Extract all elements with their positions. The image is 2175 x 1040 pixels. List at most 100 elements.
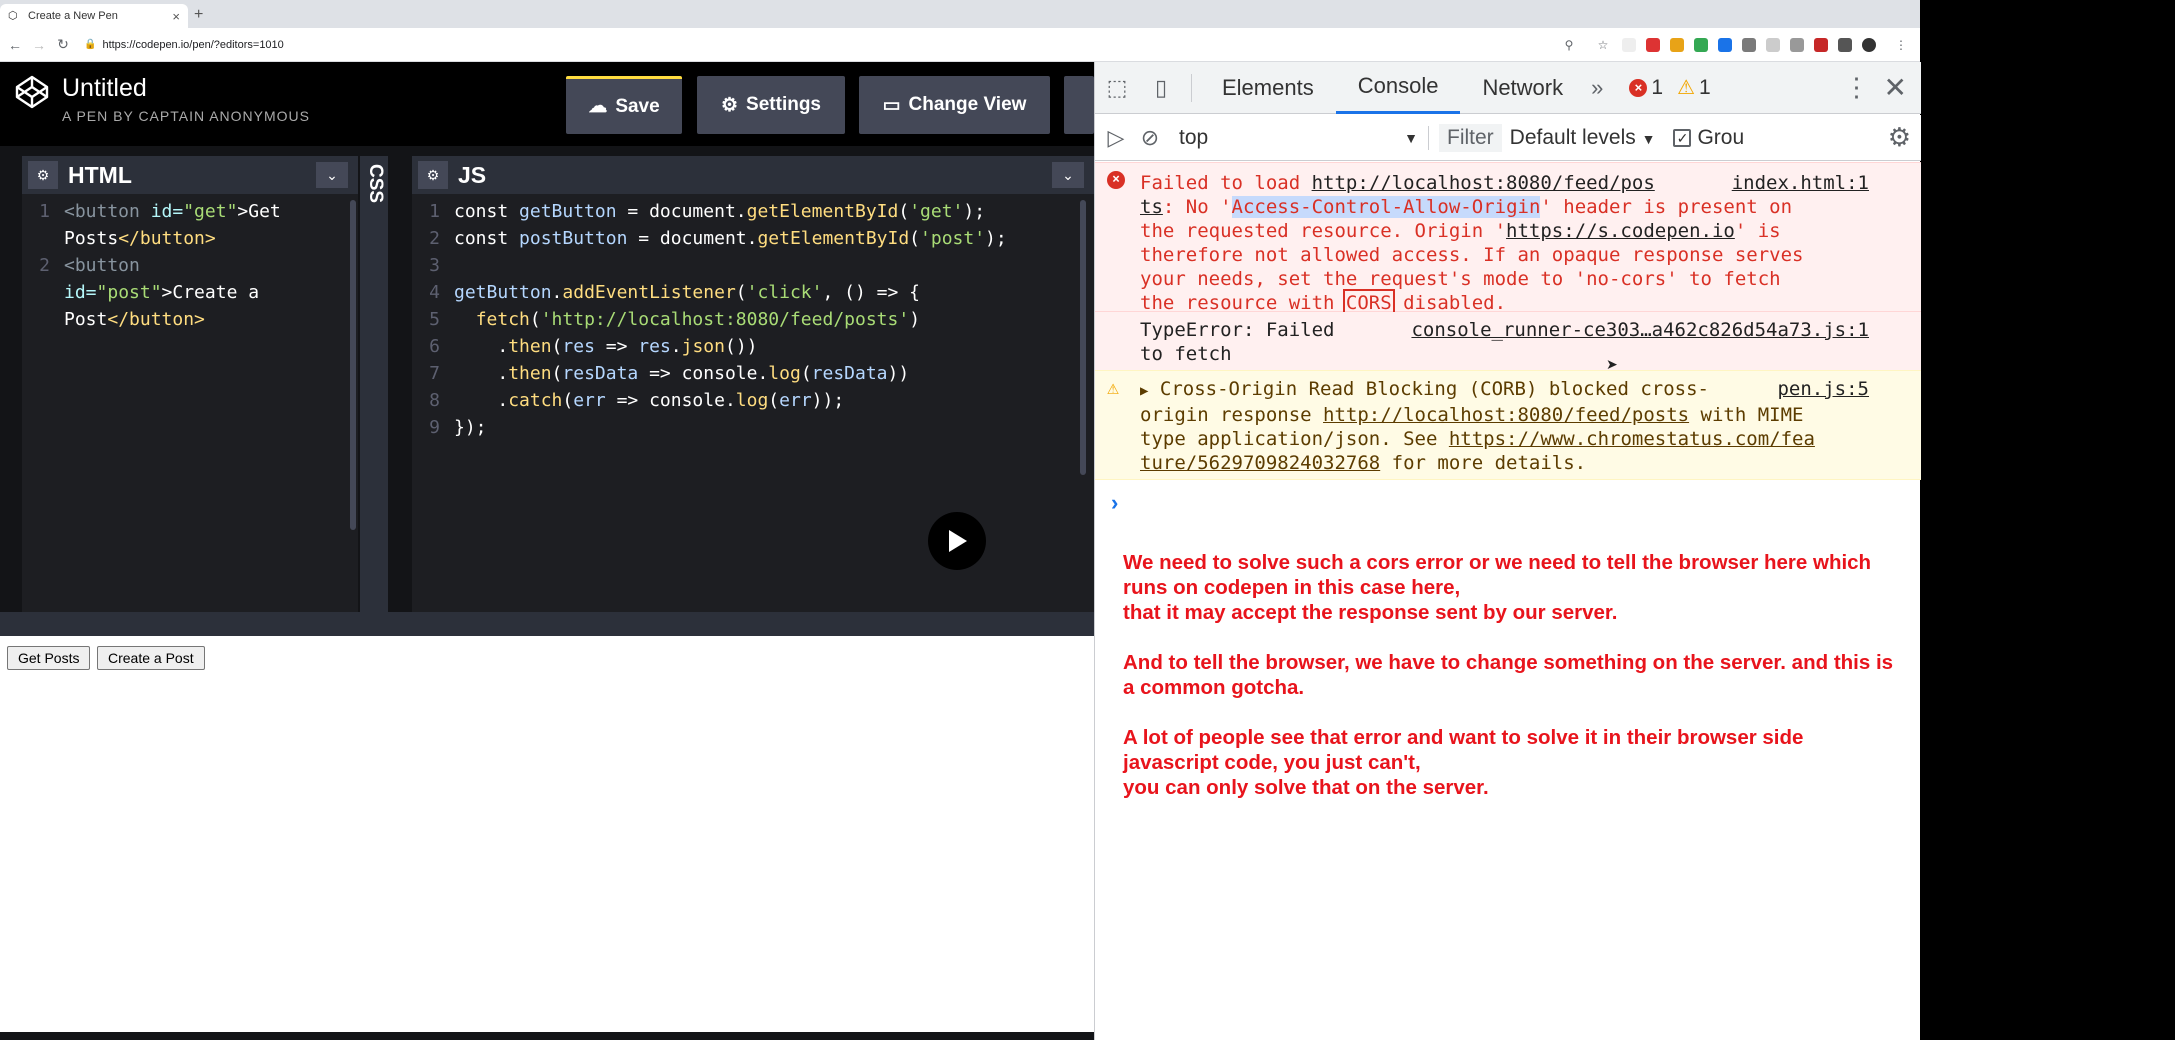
zoom-icon[interactable]: ⚲ (1560, 38, 1578, 52)
msg-text: to fetch (1140, 343, 1232, 365)
html-editor-pane: ⚙ HTML ⌄ 1 <button id="get">Get Posts</bu… (22, 156, 358, 612)
back-icon[interactable]: ← (6, 37, 24, 53)
code-line: 9}); (418, 414, 1094, 441)
expand-triangle-icon[interactable]: ▶ (1140, 383, 1148, 399)
forward-icon[interactable]: → (30, 37, 48, 53)
context-select[interactable]: top ▼ (1179, 125, 1429, 150)
profile-avatar[interactable] (1862, 37, 1876, 52)
msg-text: ' header is present on (1540, 196, 1793, 218)
code-line: 6 .then(res => res.json()) (418, 333, 1094, 360)
codepen-footer (0, 1032, 1094, 1040)
msg-text: Failed to load (1140, 172, 1312, 194)
preview-frame: Get Posts Create a Post (0, 636, 1094, 1032)
sidebar-toggle-icon[interactable]: ▷ (1099, 125, 1133, 151)
new-tab-button[interactable]: + (194, 6, 203, 24)
pen-author: A PEN BY CAPTAIN ANONYMOUS (62, 108, 310, 124)
msg-text: your needs, set the request's mode to 'n… (1140, 268, 1781, 290)
tab-elements[interactable]: Elements (1200, 62, 1336, 114)
clear-console-icon[interactable]: ⊘ (1133, 125, 1167, 151)
line-number: 2 (429, 228, 440, 249)
tab-title: Create a New Pen (28, 10, 118, 22)
warning-icon: ⚠ (1677, 77, 1695, 99)
close-icon[interactable]: ✕ (1884, 71, 1921, 104)
settings-button[interactable]: ⚙ Settings (697, 76, 845, 134)
error-count: 1 (1651, 75, 1664, 99)
extension-icon[interactable] (1622, 37, 1636, 52)
change-view-button[interactable]: ▭ Change View (859, 76, 1050, 134)
browser-tab[interactable]: ⬡ Create a New Pen × (0, 4, 188, 28)
caret-down-icon: ▼ (1641, 130, 1656, 147)
console-warning-message: ⚠ pen.js:5 ▶ Cross-Origin Read Blocking … (1095, 370, 1921, 480)
error-url-link[interactable]: http://localhost:8080/feed/pos (1312, 172, 1655, 194)
url-input[interactable]: https://codepen.io/pen/?editors=1010 (102, 39, 283, 51)
group-similar-checkbox[interactable]: ✓ Grou (1673, 126, 1744, 150)
tab-network[interactable]: Network (1460, 62, 1585, 114)
devtools-panel: ⬚ ▯ Elements Console Network » × 1 ⚠ 1 ⋮… (1094, 62, 1921, 1040)
extension-icon[interactable] (1838, 37, 1852, 52)
js-pane-header: ⚙ JS ⌄ (412, 156, 1094, 194)
editor-resize-bar[interactable] (0, 612, 1094, 636)
filter-input[interactable]: Filter (1439, 123, 1502, 152)
extension-icon[interactable] (1814, 37, 1828, 52)
extension-icon[interactable] (1766, 37, 1780, 52)
save-button[interactable]: ☁ Save (566, 76, 682, 134)
error-source-link[interactable]: index.html:1 (1732, 171, 1869, 195)
extension-icon[interactable] (1718, 37, 1732, 52)
extension-icon[interactable] (1670, 37, 1684, 52)
chromestatus-link[interactable]: ture/5629709824032768 (1140, 452, 1380, 474)
js-settings-gear-icon[interactable]: ⚙ (418, 161, 448, 189)
css-editor-pane-collapsed[interactable]: CSS (360, 156, 388, 612)
create-post-button[interactable]: Create a Post (97, 646, 205, 670)
origin-link[interactable]: https://s.codepen.io (1506, 220, 1735, 242)
overflow-button[interactable] (1064, 76, 1094, 134)
group-label: Grou (1697, 125, 1745, 149)
error-url-link[interactable]: ts (1140, 196, 1163, 218)
chevron-down-icon[interactable]: ⌄ (1052, 162, 1084, 188)
note-paragraph: We need to solve such a cors error or we… (1123, 551, 1872, 624)
log-levels-select[interactable]: Default levels ▼ (1510, 126, 1656, 150)
console-prompt-input[interactable]: › (1111, 490, 1118, 516)
issue-counts[interactable]: × 1 ⚠ 1 (1629, 75, 1711, 100)
js-code[interactable]: 1 const getButton = document.getElementBy… (412, 194, 1094, 441)
console-settings-gear-icon[interactable]: ⚙ (1888, 122, 1921, 153)
code-text: getButton.addEventListener('click', () =… (454, 282, 921, 303)
error-icon: × (1107, 171, 1125, 189)
browser-tab-bar (0, 0, 1920, 28)
more-tabs-icon[interactable]: » (1585, 62, 1609, 114)
chevron-down-icon[interactable]: ⌄ (316, 162, 348, 188)
warning-source-link[interactable]: pen.js:5 (1777, 377, 1869, 401)
menu-icon[interactable]: ⋮ (1892, 38, 1910, 52)
js-pane-title: JS (458, 161, 487, 188)
chromestatus-link[interactable]: https://www.chromestatus.com/fea (1449, 428, 1815, 450)
pen-title[interactable]: Untitled (62, 74, 147, 103)
code-line: 7 .then(resData => console.log(resData)) (418, 360, 1094, 387)
extension-icon[interactable] (1646, 37, 1660, 52)
html-settings-gear-icon[interactable]: ⚙ (28, 161, 58, 189)
tab-close-icon[interactable]: × (172, 9, 180, 24)
bookmark-star-icon[interactable]: ☆ (1594, 38, 1612, 52)
js-scrollbar[interactable] (1080, 200, 1086, 475)
code-token: Post (64, 309, 108, 330)
inspect-element-icon[interactable]: ⬚ (1095, 75, 1139, 101)
extension-icon[interactable] (1694, 37, 1708, 52)
device-toggle-icon[interactable]: ▯ (1139, 75, 1183, 101)
checkbox-checked[interactable]: ✓ (1673, 128, 1692, 147)
tab-console[interactable]: Console (1335, 62, 1461, 114)
codepen-logo-icon[interactable] (14, 74, 50, 110)
msg-text: ' is (1734, 220, 1781, 242)
code-token: "post" (96, 282, 162, 303)
get-posts-button[interactable]: Get Posts (7, 646, 91, 670)
line-number: 1 (429, 201, 440, 222)
more-options-icon[interactable]: ⋮ (1830, 72, 1884, 103)
html-code[interactable]: 1 <button id="get">Get Posts</button> 2 <b… (22, 194, 358, 333)
html-scrollbar[interactable] (350, 200, 356, 530)
change-view-label: Change View (908, 94, 1027, 115)
warning-url-link[interactable]: http://localhost:8080/feed/posts (1323, 404, 1689, 426)
run-button[interactable] (928, 512, 986, 570)
extension-icon[interactable] (1790, 37, 1804, 52)
code-text: const getButton = document.getElementByI… (454, 201, 986, 222)
msg-text: type application/json. See (1140, 428, 1449, 450)
typeerror-source-link[interactable]: console_runner-ce303…a462c826d54a73.js:1 (1411, 318, 1869, 342)
reload-icon[interactable]: ↻ (54, 36, 72, 53)
extension-icon[interactable] (1742, 37, 1756, 52)
